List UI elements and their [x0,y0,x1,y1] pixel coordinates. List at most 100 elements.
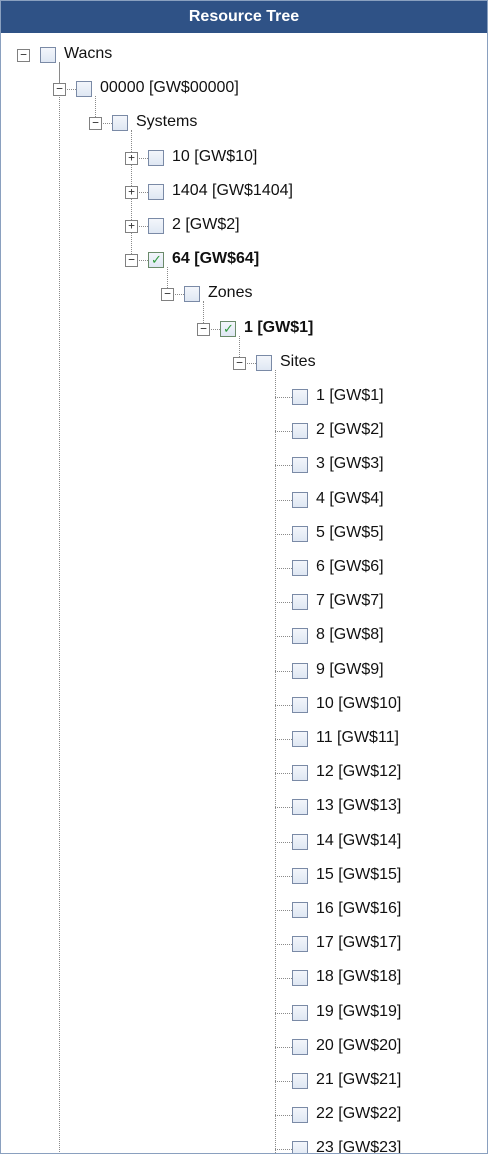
tree-node[interactable]: 22 [GW$22] [1,1105,487,1139]
checkbox[interactable] [256,354,272,371]
checkbox[interactable] [292,1107,308,1124]
checkbox[interactable] [292,560,308,576]
tree-node-label[interactable]: 5 [GW$5] [316,523,384,543]
tree-node-label[interactable]: 00000 [GW$00000] [100,78,239,98]
tree-node[interactable]: − Sites [1,353,487,387]
checkbox[interactable] [292,594,308,611]
checkbox[interactable] [184,286,200,303]
tree-node-label[interactable]: 4 [GW$4] [316,489,384,509]
tree-node[interactable]: 4 [GW$4] [1,490,487,524]
collapse-toggle-icon[interactable]: − [125,254,138,268]
tree-node-label[interactable]: 6 [GW$6] [316,557,384,577]
checkbox[interactable] [112,115,128,132]
checkbox[interactable] [76,81,92,98]
checkbox[interactable] [148,183,164,200]
tree-node[interactable]: 6 [GW$6] [1,558,487,592]
tree-node-label[interactable]: 1 [GW$1] [244,318,313,338]
tree-node[interactable]: 10 [GW$10] [1,695,487,729]
checkbox[interactable] [292,765,308,782]
tree-node-label[interactable]: 8 [GW$8] [316,625,384,645]
tree-node-label[interactable]: 22 [GW$22] [316,1104,401,1124]
collapse-toggle-icon[interactable]: − [89,117,102,131]
checkbox[interactable] [292,628,308,645]
checkbox[interactable] [292,970,308,987]
tree-node-label[interactable]: 13 [GW$13] [316,796,401,816]
tree-node[interactable]: +1404 [GW$1404] [1,182,487,216]
tree-node-label[interactable]: 2 [GW$2] [172,215,240,235]
tree-node-label[interactable]: 9 [GW$9] [316,660,384,680]
checkbox[interactable] [148,218,164,234]
tree-node[interactable]: 21 [GW$21] [1,1071,487,1105]
tree-node-label[interactable]: 20 [GW$20] [316,1036,401,1056]
checkbox[interactable] [292,423,308,440]
tree-node-label[interactable]: 2 [GW$2] [316,420,384,440]
tree-node-label[interactable]: Wacns [64,44,112,64]
tree-node[interactable]: − ✓ 1 [GW$1] [1,319,487,353]
tree-node-label[interactable]: 11 [GW$11] [316,728,399,748]
tree-node[interactable]: 15 [GW$15] [1,866,487,900]
resource-tree[interactable]: − Wacns − 00000 [GW$00000] − Systems +10 [GW$1… [1,33,487,1153]
collapse-toggle-icon[interactable]: − [17,49,30,62]
tree-node[interactable]: − 00000 [GW$00000] [1,79,487,113]
collapse-toggle-icon[interactable]: − [53,83,66,97]
tree-node[interactable]: 8 [GW$8] [1,626,487,660]
tree-node-label[interactable]: Sites [280,352,316,372]
tree-node[interactable]: − ✓ 64 [GW$64] [1,250,487,284]
checkbox[interactable] [292,457,308,474]
checkbox-checked[interactable]: ✓ [148,252,164,269]
tree-node-label[interactable]: 3 [GW$3] [316,454,384,474]
tree-node[interactable]: 11 [GW$11] [1,729,487,763]
checkbox-checked[interactable]: ✓ [220,320,236,337]
tree-node-label[interactable]: 12 [GW$12] [316,762,401,782]
expand-toggle-icon[interactable]: + [125,185,138,199]
tree-node[interactable]: − Zones [1,284,487,318]
checkbox[interactable] [292,936,308,953]
tree-node-label[interactable]: 14 [GW$14] [316,831,401,851]
tree-node-label[interactable]: 23 [GW$23] [316,1138,401,1153]
tree-node-label[interactable]: 64 [GW$64] [172,249,259,269]
checkbox[interactable] [292,389,308,405]
checkbox[interactable] [292,867,308,884]
tree-node[interactable]: 23 [GW$23] [1,1139,487,1153]
tree-node[interactable]: 13 [GW$13] [1,797,487,831]
tree-node[interactable]: 7 [GW$7] [1,592,487,626]
checkbox[interactable] [148,149,164,166]
tree-node[interactable]: 3 [GW$3] [1,455,487,489]
expand-toggle-icon[interactable]: + [125,220,138,233]
tree-node-label[interactable]: 15 [GW$15] [316,865,401,885]
tree-node-label[interactable]: 19 [GW$19] [316,1002,401,1022]
tree-node-label[interactable]: 1404 [GW$1404] [172,181,293,201]
checkbox[interactable] [40,47,56,63]
tree-node[interactable]: 18 [GW$18] [1,968,487,1002]
collapse-toggle-icon[interactable]: − [197,322,210,336]
tree-node[interactable]: 16 [GW$16] [1,900,487,934]
checkbox[interactable] [292,902,308,918]
checkbox[interactable] [292,799,308,816]
collapse-toggle-icon[interactable]: − [233,356,246,370]
tree-node[interactable]: 20 [GW$20] [1,1037,487,1071]
tree-node-label[interactable]: Systems [136,112,197,132]
tree-node[interactable]: 17 [GW$17] [1,934,487,968]
tree-node-label[interactable]: 21 [GW$21] [316,1070,401,1090]
tree-node-label[interactable]: 17 [GW$17] [316,933,401,953]
tree-node-label[interactable]: Zones [208,283,252,303]
checkbox[interactable] [292,1004,308,1021]
tree-node-label[interactable]: 10 [GW$10] [316,694,401,714]
tree-node[interactable]: 2 [GW$2] [1,421,487,455]
collapse-toggle-icon[interactable]: − [161,288,174,302]
checkbox[interactable] [292,1073,308,1089]
checkbox[interactable] [292,731,308,747]
checkbox[interactable] [292,1141,308,1153]
tree-node[interactable]: +2 [GW$2] [1,216,487,250]
checkbox[interactable] [292,662,308,679]
checkbox[interactable] [292,696,308,713]
checkbox[interactable] [292,525,308,542]
tree-node-label[interactable]: 16 [GW$16] [316,899,401,919]
tree-node-label[interactable]: 7 [GW$7] [316,591,384,611]
tree-node-label[interactable]: 10 [GW$10] [172,147,257,167]
checkbox[interactable] [292,833,308,850]
tree-node[interactable]: − Systems [1,113,487,147]
tree-node[interactable]: 1 [GW$1] [1,387,487,421]
tree-node[interactable]: 12 [GW$12] [1,763,487,797]
expand-toggle-icon[interactable]: + [125,151,138,165]
